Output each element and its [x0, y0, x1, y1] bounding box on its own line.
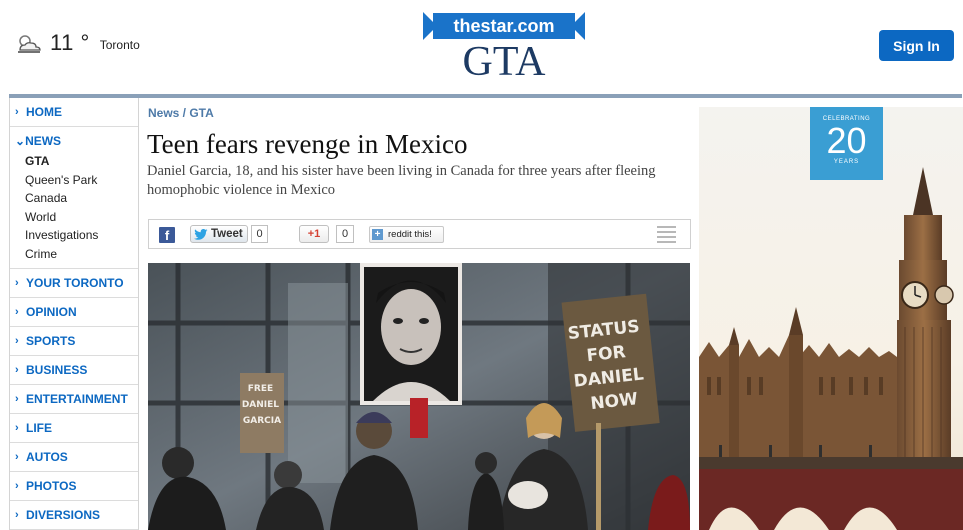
- nav-subitem-gta[interactable]: GTA: [15, 152, 138, 171]
- chevron-right-icon: ›: [15, 305, 19, 318]
- nav-item-diversions[interactable]: › DIVERSIONS: [10, 501, 138, 530]
- nav-item-label: OPINION: [26, 304, 77, 319]
- nav-subitem-crime[interactable]: Crime: [15, 245, 138, 264]
- article-headline: Teen fears revenge in Mexico: [147, 129, 468, 159]
- share-bar: f Tweet 0 +1 0 + reddit this!: [148, 219, 691, 249]
- nav-item-label: SPORTS: [26, 333, 76, 348]
- nav-item-label: DIVERSIONS: [26, 507, 101, 522]
- nav-item-sports[interactable]: › SPORTS: [10, 327, 138, 356]
- partly-cloudy-icon: [18, 35, 41, 53]
- nav-subitem-canada[interactable]: Canada: [15, 189, 138, 208]
- nav-item-label: ENTERTAINMENT: [26, 391, 128, 406]
- chevron-right-icon: ›: [15, 276, 19, 289]
- reddit-plus-icon: +: [372, 229, 383, 240]
- google-plus-button[interactable]: +1: [299, 225, 329, 243]
- nav-item-label: PHOTOS: [26, 478, 77, 493]
- google-plus-count: 0: [336, 225, 354, 243]
- nav-item-photos[interactable]: › PHOTOS: [10, 472, 138, 501]
- article-deck: Daniel Garcia, 18, and his sister have b…: [147, 163, 656, 198]
- nav-item-your-toronto[interactable]: › YOUR TORONTO: [10, 269, 138, 298]
- weather-city: Toronto: [99, 38, 140, 52]
- section-title: GTA: [462, 39, 546, 85]
- nav-item-entertainment[interactable]: › ENTERTAINMENT: [10, 385, 138, 414]
- twitter-bird-icon: [194, 228, 208, 240]
- chevron-right-icon: ›: [15, 392, 19, 405]
- header-divider: [9, 94, 962, 98]
- chevron-right-icon: ›: [15, 450, 19, 463]
- nav-group-news: ⌄ NEWS GTA Queen's Park Canada World Inv…: [10, 127, 138, 269]
- nav-item-autos[interactable]: › AUTOS: [10, 443, 138, 472]
- nav-item-label: YOUR TORONTO: [26, 275, 124, 290]
- badge-bottom-text: YEARS: [833, 159, 860, 165]
- nav-subitem-queens-park[interactable]: Queen's Park: [15, 171, 138, 190]
- nav-item-home[interactable]: › HOME: [10, 98, 138, 127]
- nav-subitem-world[interactable]: World: [15, 208, 138, 227]
- chevron-right-icon: ›: [15, 363, 19, 376]
- chevron-down-icon: ⌄: [15, 134, 26, 148]
- facebook-share-button[interactable]: f: [159, 227, 175, 243]
- site-header: 11 ° Toronto thestar.com GTA Sign In: [0, 0, 963, 94]
- reddit-label: reddit this!: [388, 229, 432, 240]
- chevron-right-icon: ›: [15, 479, 19, 492]
- chevron-right-icon: ›: [15, 508, 19, 521]
- nav-item-label: BUSINESS: [26, 362, 88, 377]
- chevron-right-icon: ›: [15, 421, 19, 434]
- advertisement-banner[interactable]: CELEBRATING 20 YEARS: [699, 107, 963, 530]
- free-sign-text: FREE DANIEL GARCIA: [242, 384, 282, 426]
- nav-item-label: NEWS: [25, 134, 62, 148]
- nav-subitem-investigations[interactable]: Investigations: [15, 226, 138, 245]
- nav-item-life[interactable]: › LIFE: [10, 414, 138, 443]
- sign-in-button[interactable]: Sign In: [879, 30, 954, 61]
- nav-item-label: LIFE: [26, 420, 52, 435]
- weather-widget[interactable]: 11 ° Toronto: [16, 30, 140, 56]
- tweet-button[interactable]: Tweet: [190, 225, 248, 243]
- google-plus-label: +1: [307, 228, 321, 240]
- nav-item-label: HOME: [26, 105, 62, 119]
- nav-item-label: AUTOS: [26, 449, 68, 464]
- logo-text: thestar.com: [453, 16, 554, 36]
- celebrating-badge: CELEBRATING 20 YEARS: [810, 107, 883, 180]
- nav-item-news[interactable]: ⌄ NEWS: [15, 130, 138, 152]
- nav-item-opinion[interactable]: › OPINION: [10, 298, 138, 327]
- more-share-menu-icon[interactable]: [657, 226, 676, 243]
- breadcrumb[interactable]: News / GTA: [148, 106, 214, 120]
- thestar-logo[interactable]: thestar.com: [423, 12, 585, 40]
- article-photo[interactable]: STATUS FOR DANIEL NOW FREE DANIEL GARCIA: [148, 263, 690, 530]
- chevron-right-icon: ›: [15, 334, 19, 347]
- reddit-share-button[interactable]: + reddit this!: [369, 226, 444, 243]
- badge-number: 20: [826, 120, 867, 161]
- chevron-right-icon: ›: [15, 106, 19, 118]
- weather-temperature: 11 °: [50, 30, 90, 55]
- nav-item-business[interactable]: › BUSINESS: [10, 356, 138, 385]
- tweet-count: 0: [251, 225, 268, 243]
- tweet-label: Tweet: [211, 228, 243, 240]
- section-nav: › HOME ⌄ NEWS GTA Queen's Park Canada Wo…: [9, 98, 139, 530]
